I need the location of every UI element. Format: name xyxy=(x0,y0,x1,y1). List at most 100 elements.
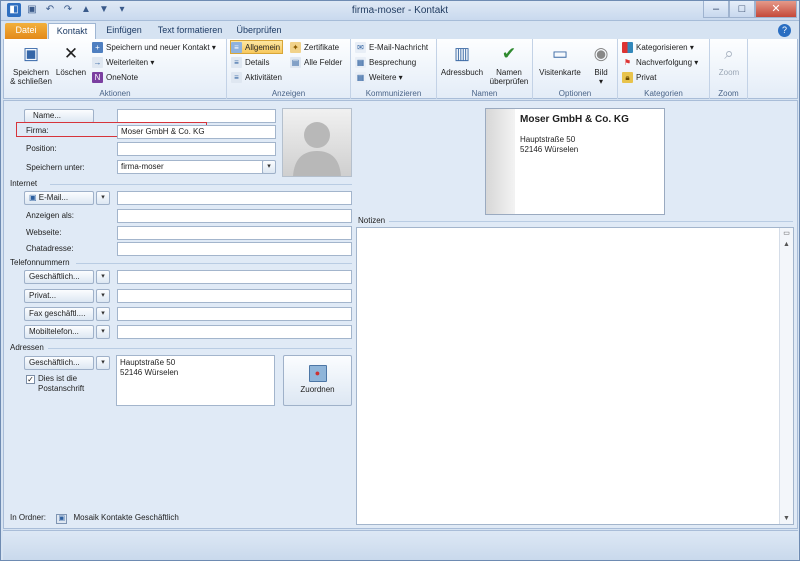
title-bar: ◧ ▣ ↶ ↷ ▲ ▼ ▾ firma-moser - Kontakt – □ … xyxy=(1,1,799,21)
delete-icon: ✕ xyxy=(63,44,79,63)
address-textarea[interactable]: Hauptstraße 50 52146 Würselen xyxy=(116,355,275,406)
display-as-input[interactable] xyxy=(117,209,352,223)
email-message-button[interactable]: ✉ E-Mail-Nachricht xyxy=(355,41,428,55)
scroll-down-icon[interactable]: ▼ xyxy=(780,513,793,524)
address-book-icon: ▥ xyxy=(453,44,471,63)
phone-mobile-input[interactable] xyxy=(117,325,352,339)
tab-text-formatieren[interactable]: Text formatieren xyxy=(153,23,227,39)
tab-datei[interactable]: Datei xyxy=(5,23,47,39)
details-view-button[interactable]: ≡ Details xyxy=(231,56,269,70)
postal-address-label: Dies ist die Postanschrift xyxy=(38,374,85,393)
position-label: Position: xyxy=(26,144,57,153)
save-new-icon: + xyxy=(92,42,103,54)
status-bar xyxy=(3,530,798,560)
chat-input[interactable] xyxy=(117,242,352,256)
phone-mobile-dropdown[interactable]: ▾ xyxy=(96,325,110,339)
picture-button[interactable]: ◉ Bild ▾ xyxy=(587,42,615,86)
group-aktionen: ▣ Speichern & schließen ✕ Löschen + Speic… xyxy=(4,39,227,99)
categorize-icon xyxy=(622,42,633,54)
scroll-up-icon[interactable]: ▲ xyxy=(780,239,793,250)
phone-private-button[interactable]: Privat... xyxy=(24,289,94,303)
private-button[interactable]: 🔒︎ Privat xyxy=(622,71,656,85)
tab-ueberpruefen[interactable]: Überprüfen xyxy=(232,23,286,39)
zoom-button[interactable]: ⌕ Zoom xyxy=(713,42,745,77)
check-names-icon: ✔ xyxy=(501,44,517,63)
delete-button[interactable]: ✕ Löschen xyxy=(54,42,88,77)
activities-view-button[interactable]: ≡ Aktivitäten xyxy=(231,71,282,85)
ruler-icon[interactable]: ▭ xyxy=(780,228,793,239)
close-button[interactable]: ✕ xyxy=(755,1,797,18)
minimize-button[interactable]: – xyxy=(703,1,729,18)
notes-textarea[interactable]: ▭ ▲ ▼ xyxy=(356,227,794,525)
card-address-line2: 52146 Würselen xyxy=(520,145,579,154)
phone-fax-button[interactable]: Fax geschäftl.... xyxy=(24,307,94,321)
map-icon: ● xyxy=(308,365,327,382)
website-label: Webseite: xyxy=(26,228,62,237)
group-optionen: ▭ Visitenkarte ◉ Bild ▾ Optionen xyxy=(533,39,618,99)
business-card-button[interactable]: ▭ Visitenkarte xyxy=(537,42,583,77)
tab-kontakt[interactable]: Kontakt xyxy=(48,23,96,40)
website-input[interactable] xyxy=(117,226,352,240)
onenote-button[interactable]: N OneNote xyxy=(92,71,138,85)
picture-icon: ◉ xyxy=(593,44,609,63)
internet-section-label: Internet xyxy=(10,179,38,188)
section-divider xyxy=(76,263,352,264)
folder-info: In Ordner: ▣ Mosaik Kontakte Geschäftlic… xyxy=(10,513,179,524)
follow-up-button[interactable]: ⚑ Nachverfolgung ▾ xyxy=(622,56,698,70)
more-button[interactable]: ▦ Weitere ▾ xyxy=(355,71,403,85)
position-input[interactable] xyxy=(117,142,276,156)
activities-icon: ≡ xyxy=(231,72,242,84)
email-dropdown[interactable]: ▾ xyxy=(96,191,110,205)
company-input[interactable]: Moser GmbH & Co. KG xyxy=(117,125,276,139)
card-address-line1: Hauptstraße 50 xyxy=(520,135,576,144)
phone-private-input[interactable] xyxy=(117,289,352,303)
name-button[interactable]: Name... xyxy=(24,109,94,123)
card-company-name: Moser GmbH & Co. KG xyxy=(520,114,629,125)
contact-photo[interactable] xyxy=(282,108,352,177)
group-anzeigen: ≡ Allgemein ≡ Details ≡ Aktivitäten ✦ Zertif… xyxy=(227,39,351,99)
business-card-preview[interactable]: Moser GmbH & Co. KG Hauptstraße 50 52146… xyxy=(485,108,665,215)
maximize-button[interactable]: □ xyxy=(729,1,755,18)
map-button[interactable]: ● Zuordnen xyxy=(283,355,352,406)
all-fields-view-button[interactable]: ▤ Alle Felder xyxy=(290,56,342,70)
address-section-label: Adressen xyxy=(10,343,44,352)
certificate-icon: ✦ xyxy=(290,42,301,54)
email-input[interactable] xyxy=(117,191,352,205)
phone-mobile-button[interactable]: Mobiltelefon... xyxy=(24,325,94,339)
save-close-button[interactable]: ▣ Speichern & schließen xyxy=(10,42,52,86)
company-label: Firma: xyxy=(26,126,49,135)
phone-business-input[interactable] xyxy=(117,270,352,284)
group-kommunizieren: ✉ E-Mail-Nachricht ▦ Besprechung ▦ Weitere … xyxy=(351,39,437,99)
phone-business-dropdown[interactable]: ▾ xyxy=(96,270,110,284)
certificates-view-button[interactable]: ✦ Zertifikate xyxy=(290,41,339,55)
postal-address-checkbox[interactable]: ✓ xyxy=(26,375,35,384)
section-divider xyxy=(50,184,352,185)
categorize-button[interactable]: Kategorisieren ▾ xyxy=(622,41,694,55)
save-as-dropdown[interactable]: ▾ xyxy=(262,160,276,174)
phone-fax-dropdown[interactable]: ▾ xyxy=(96,307,110,321)
business-card-icon: ▭ xyxy=(551,44,569,63)
save-new-button[interactable]: + Speichern und neuer Kontakt ▾ xyxy=(92,41,216,55)
section-divider xyxy=(389,221,793,222)
address-type-dropdown[interactable]: ▾ xyxy=(96,356,110,370)
notes-scrollbar[interactable]: ▭ ▲ ▼ xyxy=(779,228,793,524)
forward-button[interactable]: → Weiterleiten ▾ xyxy=(92,56,154,70)
tab-einfuegen[interactable]: Einfügen xyxy=(99,23,149,39)
address-book-button[interactable]: ▥ Adressbuch xyxy=(440,42,484,77)
address-type-button[interactable]: Geschäftlich... xyxy=(24,356,94,370)
phone-business-button[interactable]: Geschäftlich... xyxy=(24,270,94,284)
email-button[interactable]: ▣ E-Mail... xyxy=(24,191,94,205)
folder-contact-icon: ▣ xyxy=(56,514,68,524)
save-as-input[interactable]: firma-moser xyxy=(117,160,263,174)
help-icon[interactable]: ? xyxy=(778,24,791,37)
check-names-button[interactable]: ✔ Namen überprüfen xyxy=(489,42,529,86)
phone-fax-input[interactable] xyxy=(117,307,352,321)
meeting-button[interactable]: ▦ Besprechung xyxy=(355,56,416,70)
window-title: firma-moser - Kontakt xyxy=(351,5,449,16)
general-view-button[interactable]: ≡ Allgemein xyxy=(230,40,284,54)
magnifier-icon: ⌕ xyxy=(724,44,734,63)
name-input[interactable] xyxy=(117,109,276,123)
email-icon: ✉ xyxy=(355,42,366,54)
save-close-icon: ▣ xyxy=(22,44,40,63)
phone-private-dropdown[interactable]: ▾ xyxy=(96,289,110,303)
